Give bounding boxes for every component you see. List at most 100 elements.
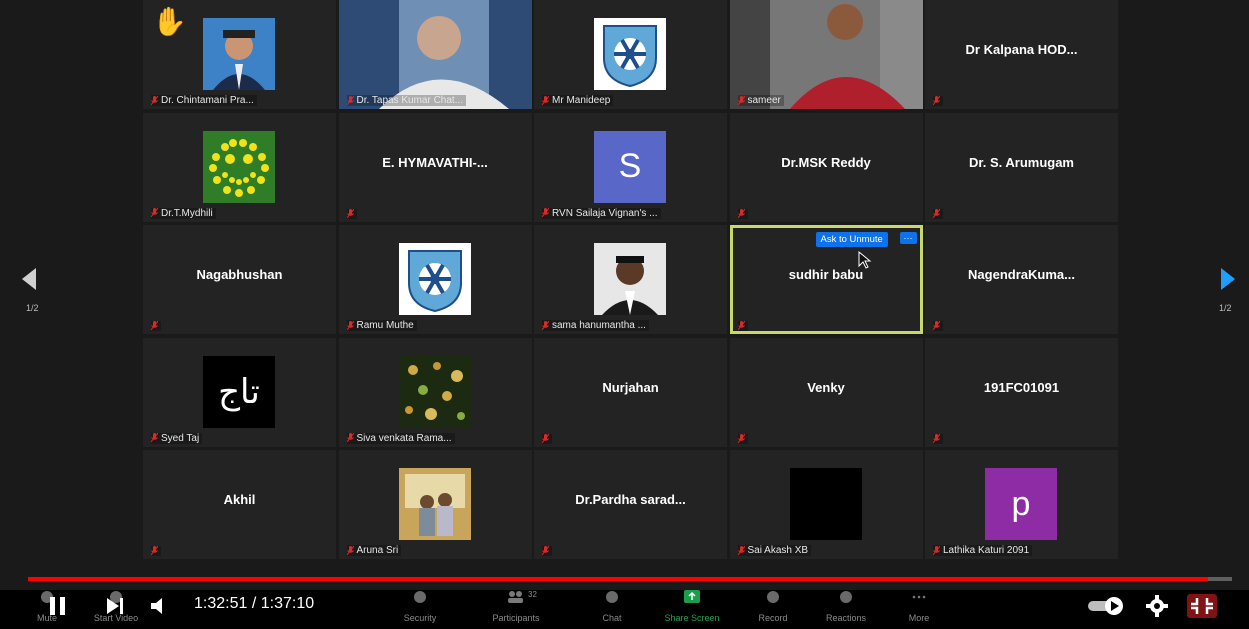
time-display: 1:32:51 / 1:37:10 — [194, 595, 314, 613]
ask-to-unmute-button[interactable]: Ask to Unmute — [815, 232, 888, 247]
participant-name-label: RVN Sailaja Vignan's ... — [542, 207, 661, 219]
participant-display-name: Nagabhushan — [196, 267, 283, 282]
participant-tile[interactable]: NagendraKuma... — [925, 225, 1118, 334]
logo-image — [594, 18, 666, 90]
time-total: 1:37:10 — [260, 595, 315, 612]
participant-display-name: NagendraKuma... — [968, 267, 1075, 282]
participant-tile[interactable]: S RVN Sailaja Vignan's ... — [534, 112, 727, 222]
participant-display-name: Dr.MSK Reddy — [781, 154, 871, 170]
svg-text:32: 32 — [528, 590, 537, 599]
chevron-left-icon — [22, 268, 36, 290]
next-page-button[interactable] — [1219, 268, 1235, 295]
participant-name-label — [346, 208, 357, 219]
participant-tile[interactable]: Sai Akash XB — [729, 450, 923, 559]
participant-tile[interactable]: sudhir babu Ask to Unmute ··· — [729, 225, 923, 334]
zoom-toolbar-label: Record — [758, 613, 788, 623]
participant-tile[interactable]: Mr Manideep — [534, 0, 727, 109]
participant-name: Lathika Katuri 2091 — [943, 545, 1030, 556]
participant-tile[interactable]: Dr.MSK Reddy — [729, 112, 923, 222]
participant-tile[interactable]: Venky — [729, 337, 923, 447]
muted-mic-icon — [933, 545, 940, 556]
participant-tile[interactable]: sama hanumantha ... — [534, 225, 727, 334]
participant-name-label: Aruna Sri — [346, 545, 402, 556]
avatar-letter: p — [985, 468, 1057, 540]
participant-name: sama hanumantha ... — [552, 320, 646, 331]
participant-tile[interactable]: Dr Kalpana HOD... — [925, 0, 1118, 109]
zoom-meeting-stage: 1/2 1/2 Dr. Chintamani Pra... Dr. Tapas K… — [0, 0, 1249, 590]
participant-display-name: sudhir babu — [788, 267, 864, 282]
participant-tile[interactable]: E. HYMAVATHI-... — [338, 112, 532, 222]
participant-name: Mr Manideep — [552, 95, 611, 106]
autoplay-toggle[interactable] — [1087, 596, 1127, 621]
muted-mic-icon — [542, 546, 549, 556]
participant-tile[interactable]: p Lathika Katuri 2091 — [925, 450, 1118, 559]
participant-tile[interactable]: 191FC01091 — [925, 337, 1118, 447]
muted-mic-icon — [346, 433, 354, 443]
volume-icon — [151, 598, 162, 614]
muted-mic-icon — [542, 320, 549, 331]
page-indicator-left: 1/2 — [26, 303, 39, 313]
participant-tile[interactable]: Dr. Tapas Kumar Chat... — [338, 0, 532, 109]
participant-display-name: Venky — [807, 379, 845, 395]
participant-name-label — [151, 321, 161, 331]
gear-icon — [1146, 595, 1168, 617]
muted-mic-icon — [542, 433, 549, 444]
participant-tile[interactable]: Nagabhushan — [143, 225, 336, 334]
muted-mic-icon — [737, 321, 745, 331]
autoplay-icon — [1088, 597, 1123, 615]
exit-fullscreen-button[interactable] — [1187, 594, 1217, 623]
prev-page-button[interactable] — [22, 268, 38, 295]
participant-video — [338, 0, 532, 109]
exit-fullscreen-icon — [1187, 594, 1217, 618]
muted-mic-icon — [737, 545, 745, 556]
share-screen-icon — [682, 589, 702, 610]
progress-bar-fill — [28, 577, 1208, 581]
participant-tile[interactable]: Siva venkata Rama... — [338, 337, 532, 447]
muted-mic-icon — [151, 433, 158, 443]
time-separator: / — [247, 595, 261, 612]
participant-tile[interactable]: Akhil — [143, 450, 336, 559]
chat-icon — [602, 589, 622, 610]
participant-name: Aruna Sri — [356, 545, 399, 556]
muted-mic-icon — [346, 545, 354, 556]
muted-mic-icon — [737, 95, 745, 106]
participant-tile[interactable]: Dr.T.Mydhili — [143, 112, 336, 222]
participant-display-name: Nurjahan — [602, 379, 659, 395]
participant-name-label: Mr Manideep — [542, 95, 614, 106]
mouse-cursor-icon — [858, 251, 871, 269]
muted-mic-icon — [737, 433, 745, 444]
volume-button[interactable] — [150, 597, 172, 620]
participant-tile[interactable]: Dr.Pardha sarad... — [534, 450, 727, 559]
pause-button[interactable] — [47, 595, 69, 622]
video-player-controls: Mute Start Video Security 32 Participants Cha… — [0, 575, 1249, 629]
muted-mic-icon — [151, 321, 158, 331]
zoom-toolbar-label: Security — [403, 613, 437, 623]
participant-tile[interactable]: Aruna Sri — [338, 450, 532, 559]
participant-tile[interactable]: Dr. S. Arumugam — [925, 112, 1118, 222]
progress-bar[interactable] — [28, 577, 1232, 581]
muted-mic-icon — [542, 208, 549, 218]
page-indicator-right: 1/2 — [1219, 303, 1232, 313]
smiley-flower-image — [203, 130, 275, 203]
muted-mic-icon — [346, 208, 354, 219]
participant-name: sameer — [747, 95, 781, 106]
more-options-button[interactable]: ··· — [899, 232, 917, 244]
participant-name: Ramu Muthe — [356, 320, 414, 331]
participant-video — [729, 0, 923, 109]
muted-mic-icon — [542, 95, 549, 106]
time-current: 1:32:51 — [194, 595, 248, 612]
participant-name-label: Dr.T.Mydhili — [151, 207, 216, 219]
participant-name-label: Dr. Chintamani Pra... — [151, 95, 257, 106]
participant-name-label — [151, 546, 161, 556]
participant-tile[interactable]: Ramu Muthe — [338, 225, 532, 334]
participant-display-name: Akhil — [223, 492, 256, 507]
reactions-icon — [836, 589, 856, 610]
participant-tile[interactable]: sameer — [729, 0, 923, 109]
participant-tile[interactable]: Nurjahan — [534, 337, 727, 447]
muted-mic-icon — [933, 433, 940, 444]
bokeh-image — [398, 355, 471, 428]
participant-tile[interactable]: تاج Syed Taj — [143, 337, 336, 447]
muted-mic-icon — [737, 208, 745, 219]
next-button[interactable] — [106, 597, 126, 620]
settings-button[interactable] — [1146, 595, 1168, 622]
